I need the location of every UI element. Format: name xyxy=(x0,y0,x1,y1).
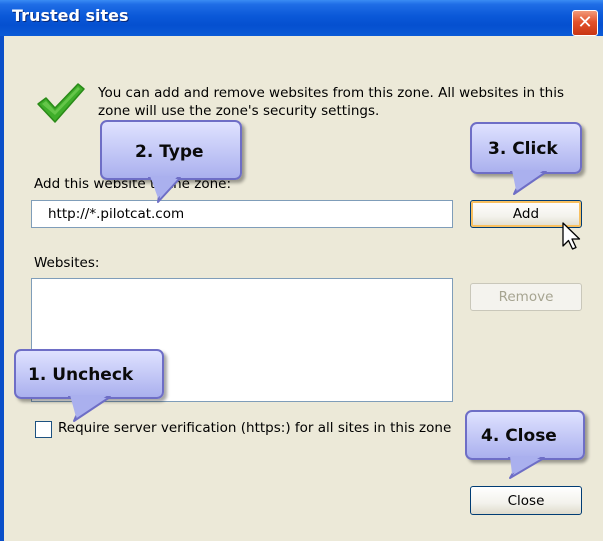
callout-uncheck-text: 1. Uncheck xyxy=(28,365,134,385)
callout-close-text: 4. Close xyxy=(481,426,557,446)
websites-label: Websites: xyxy=(34,255,100,271)
callout-type-pointer xyxy=(148,176,181,203)
callout-click-text: 3. Click xyxy=(488,139,558,159)
close-window-button[interactable]: ✕ xyxy=(572,10,598,36)
callout-click: 3. Click xyxy=(470,122,582,174)
callout-uncheck-pointer xyxy=(68,395,111,422)
callout-close-pointer xyxy=(508,456,545,479)
close-icon: ✕ xyxy=(577,12,593,33)
callout-type-text: 2. Type xyxy=(135,142,204,162)
callout-uncheck: 1. Uncheck xyxy=(14,349,164,399)
require-https-label[interactable]: Require server verification (https:) for… xyxy=(58,420,451,436)
remove-button[interactable]: Remove xyxy=(470,283,582,311)
website-url-input[interactable]: http://*.pilotcat.com xyxy=(31,200,453,228)
green-checkmark-icon xyxy=(37,83,85,123)
mouse-pointer-icon xyxy=(562,222,581,250)
callout-click-pointer xyxy=(510,170,547,195)
title-bar[interactable]: Trusted sites ✕ xyxy=(0,0,603,36)
zone-description: You can add and remove websites from thi… xyxy=(98,85,564,119)
callout-type: 2. Type xyxy=(100,120,242,180)
close-button[interactable]: Close xyxy=(470,486,582,515)
callout-close: 4. Close xyxy=(465,410,585,460)
window-title: Trusted sites xyxy=(12,6,129,25)
window-border xyxy=(0,36,4,541)
require-https-checkbox[interactable] xyxy=(35,421,52,438)
trusted-sites-dialog: Trusted sites ✕ You can add and remove w… xyxy=(0,0,603,541)
